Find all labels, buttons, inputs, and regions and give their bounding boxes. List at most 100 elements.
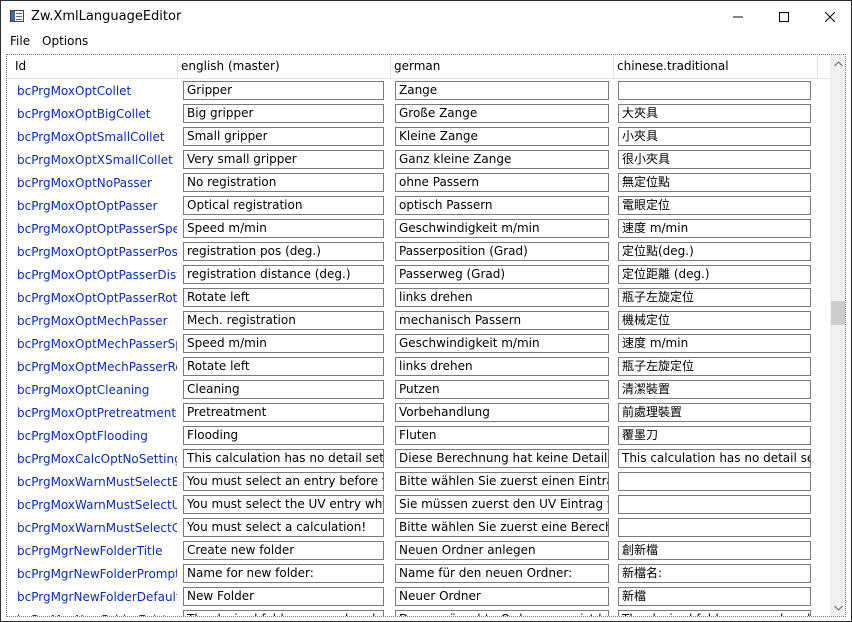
chinese-traditional-field[interactable]: 創新檔	[618, 541, 811, 560]
german-field[interactable]: Bitte wählen Sie zuerst einen Eintrag hi…	[395, 472, 609, 491]
scroll-up-button[interactable]	[830, 55, 845, 72]
column-header-chinese-traditional[interactable]: chinese.traditional	[614, 55, 818, 78]
chinese-traditional-field[interactable]	[618, 81, 811, 100]
german-field[interactable]: Bitte wählen Sie zuerst eine Berechnung	[395, 518, 609, 537]
german-field[interactable]: Kleine Zange	[395, 127, 609, 146]
german-field[interactable]: optisch Passern	[395, 196, 609, 215]
chinese-traditional-field[interactable]: 定位距離 (deg.)	[618, 265, 811, 284]
english-field[interactable]: Pretreatment	[183, 403, 384, 422]
close-button[interactable]	[807, 1, 852, 32]
chinese-traditional-field[interactable]	[618, 495, 811, 514]
english-field[interactable]: The desired folder name already exists	[183, 610, 384, 616]
german-field[interactable]: Geschwindigkeit m/min	[395, 219, 609, 238]
row-id: bcPrgMoxWarnMustSelectCalc	[17, 521, 177, 535]
english-field[interactable]: No registration	[183, 173, 384, 192]
german-field[interactable]: Geschwindigkeit m/min	[395, 334, 609, 353]
english-field[interactable]: registration pos (deg.)	[183, 242, 384, 261]
german-field[interactable]: Fluten	[395, 426, 609, 445]
english-field[interactable]: You must select an entry before you can	[183, 472, 384, 491]
german-field[interactable]: Diese Berechnung hat keine Detaileinstel…	[395, 449, 609, 468]
english-field[interactable]: Mech. registration	[183, 311, 384, 330]
chinese-traditional-field[interactable]: The desired folder name already exists	[618, 610, 811, 616]
english-field[interactable]: Big gripper	[183, 104, 384, 123]
menu-file[interactable]: File	[9, 34, 31, 48]
chinese-traditional-field[interactable]: 很小夾具	[618, 150, 811, 169]
english-field[interactable]: This calculation has no detail settings	[183, 449, 384, 468]
chinese-traditional-field[interactable]: 速度 m/min	[618, 219, 811, 238]
german-field[interactable]: ohne Passern	[395, 173, 609, 192]
english-field[interactable]: You must select a calculation!	[183, 518, 384, 537]
german-field[interactable]: Vorbehandlung	[395, 403, 609, 422]
row-id: bcPrgMoxOptMechPasserRotLeft	[17, 360, 177, 374]
scroll-down-button[interactable]	[830, 599, 845, 616]
chinese-traditional-field[interactable]: 新檔名:	[618, 564, 811, 583]
menu-options[interactable]: Options	[41, 34, 89, 48]
english-field[interactable]: Create new folder	[183, 541, 384, 560]
table-row: bcPrgMoxOptMechPasserRotLeft Rotate left l…	[7, 355, 830, 378]
german-field[interactable]: Große Zange	[395, 104, 609, 123]
column-header-english[interactable]: english (master)	[178, 55, 391, 78]
chinese-traditional-field[interactable]: 瓶子左旋定位	[618, 288, 811, 307]
german-field[interactable]: Neuen Ordner anlegen	[395, 541, 609, 560]
german-field[interactable]: links drehen	[395, 288, 609, 307]
table-row: bcPrgMoxOptNoPasser No registration ohne P…	[7, 171, 830, 194]
english-field[interactable]: You must select the UV entry which you	[183, 495, 384, 514]
chinese-traditional-field[interactable]: 新檔	[618, 587, 811, 606]
chinese-traditional-field[interactable]: 電眼定位	[618, 196, 811, 215]
english-field[interactable]: Speed m/min	[183, 334, 384, 353]
minimize-button[interactable]	[715, 1, 761, 32]
row-id: bcPrgMoxOptMechPasser	[17, 314, 168, 328]
english-field[interactable]: Name for new folder:	[183, 564, 384, 583]
column-header-id[interactable]: Id	[7, 55, 178, 78]
english-field[interactable]: Optical registration	[183, 196, 384, 215]
english-field[interactable]: Very small gripper	[183, 150, 384, 169]
chinese-traditional-field[interactable]: 小夾具	[618, 127, 811, 146]
german-field[interactable]: Putzen	[395, 380, 609, 399]
english-field[interactable]: New Folder	[183, 587, 384, 606]
chevron-down-icon	[833, 605, 843, 611]
german-field[interactable]: Neuer Ordner	[395, 587, 609, 606]
table-row: bcPrgMoxOptOptPasserRotLeft Rotate left li…	[7, 286, 830, 309]
chinese-traditional-field[interactable]	[618, 472, 811, 491]
german-field[interactable]: Zange	[395, 81, 609, 100]
chinese-traditional-field[interactable]: 前處理裝置	[618, 403, 811, 422]
english-field[interactable]: Cleaning	[183, 380, 384, 399]
chinese-traditional-field[interactable]: 速度 m/min	[618, 334, 811, 353]
chinese-traditional-field[interactable]: 無定位點	[618, 173, 811, 192]
table-row: bcPrgMoxOptOptPasserPos registration pos …	[7, 240, 830, 263]
german-field[interactable]: links drehen	[395, 357, 609, 376]
table-row: bcPrgMoxOptOptPasserDistance registration…	[7, 263, 830, 286]
german-field[interactable]: Passerweg (Grad)	[395, 265, 609, 284]
scroll-thumb[interactable]	[831, 301, 845, 325]
english-field[interactable]: Speed m/min	[183, 219, 384, 238]
chinese-traditional-field[interactable]: 機械定位	[618, 311, 811, 330]
chinese-traditional-field[interactable]: 大夾具	[618, 104, 811, 123]
vertical-scrollbar[interactable]	[830, 55, 845, 616]
english-field[interactable]: Rotate left	[183, 288, 384, 307]
english-field[interactable]: Gripper	[183, 81, 384, 100]
chinese-traditional-field[interactable]: 覆墨刀	[618, 426, 811, 445]
english-field[interactable]: Flooding	[183, 426, 384, 445]
german-field[interactable]: Sie müssen zuerst den UV Eintrag wählen	[395, 495, 609, 514]
grid-header: Id english (master) german chinese.tradi…	[7, 55, 830, 79]
chinese-traditional-field[interactable]: 瓶子左旋定位	[618, 357, 811, 376]
german-field[interactable]: Passerposition (Grad)	[395, 242, 609, 261]
english-field[interactable]: Small gripper	[183, 127, 384, 146]
close-icon	[825, 11, 835, 22]
row-id: bcPrgMoxOptBigCollet	[17, 107, 151, 121]
column-header-german[interactable]: german	[391, 55, 614, 78]
chinese-traditional-field[interactable]	[618, 518, 811, 537]
english-field[interactable]: Rotate left	[183, 357, 384, 376]
table-row: bcPrgMoxWarnMustSelectCalc You must selec…	[7, 516, 830, 539]
german-field[interactable]: Name für den neuen Ordner:	[395, 564, 609, 583]
english-field[interactable]: registration distance (deg.)	[183, 265, 384, 284]
chinese-traditional-field[interactable]: 清潔裝置	[618, 380, 811, 399]
row-id: bcPrgMoxOptOptPasserPos	[17, 245, 177, 259]
table-row: bcPrgMoxOptCollet Gripper Zange	[7, 79, 830, 102]
chinese-traditional-field[interactable]: This calculation has no detail settings	[618, 449, 811, 468]
maximize-button[interactable]	[761, 1, 807, 32]
chinese-traditional-field[interactable]: 定位點(deg.)	[618, 242, 811, 261]
german-field[interactable]: Der gewünschte Ordnername ist bereits vo…	[395, 610, 609, 616]
german-field[interactable]: mechanisch Passern	[395, 311, 609, 330]
german-field[interactable]: Ganz kleine Zange	[395, 150, 609, 169]
